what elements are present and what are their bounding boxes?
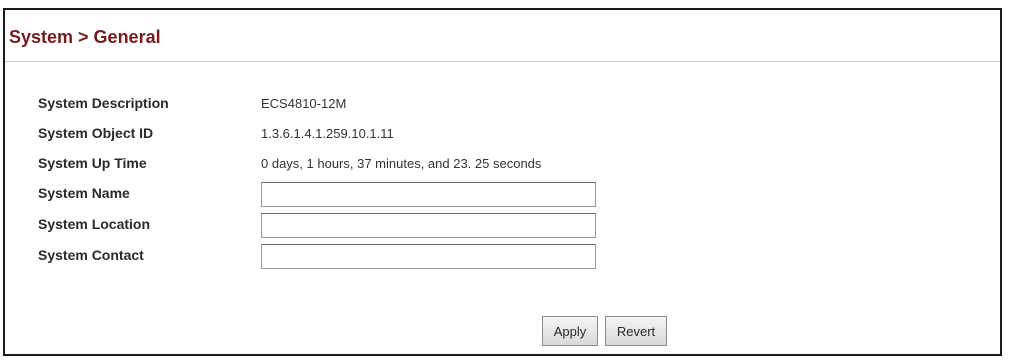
system-contact-label: System Contact bbox=[38, 247, 144, 263]
system-description-label: System Description bbox=[38, 95, 169, 111]
system-name-label: System Name bbox=[38, 185, 130, 201]
system-name-row: System Name bbox=[5, 181, 1000, 207]
system-object-id-label: System Object ID bbox=[38, 125, 154, 141]
system-contact-input[interactable] bbox=[261, 244, 596, 269]
system-up-time-label: System Up Time bbox=[38, 155, 147, 171]
system-up-time-row: System Up Time 0 days, 1 hours, 37 minut… bbox=[5, 151, 1000, 177]
system-description-value: ECS4810-12M bbox=[261, 96, 347, 111]
system-name-input[interactable] bbox=[261, 182, 596, 207]
page-title: System > General bbox=[9, 27, 161, 47]
title-bar: System > General bbox=[5, 10, 1000, 62]
system-location-row: System Location bbox=[5, 212, 1000, 238]
apply-button[interactable]: Apply bbox=[542, 316, 598, 346]
main-panel: System > General System Description ECS4… bbox=[3, 8, 1002, 356]
system-contact-row: System Contact bbox=[5, 243, 1000, 269]
system-description-row: System Description ECS4810-12M bbox=[5, 91, 1000, 117]
revert-button[interactable]: Revert bbox=[605, 316, 667, 346]
system-location-label: System Location bbox=[38, 216, 151, 232]
system-location-input[interactable] bbox=[261, 213, 596, 238]
system-object-id-row: System Object ID 1.3.6.1.4.1.259.10.1.11 bbox=[5, 121, 1000, 147]
system-object-id-value: 1.3.6.1.4.1.259.10.1.11 bbox=[261, 126, 394, 141]
system-up-time-value: 0 days, 1 hours, 37 minutes, and 23. 25 … bbox=[261, 156, 542, 171]
